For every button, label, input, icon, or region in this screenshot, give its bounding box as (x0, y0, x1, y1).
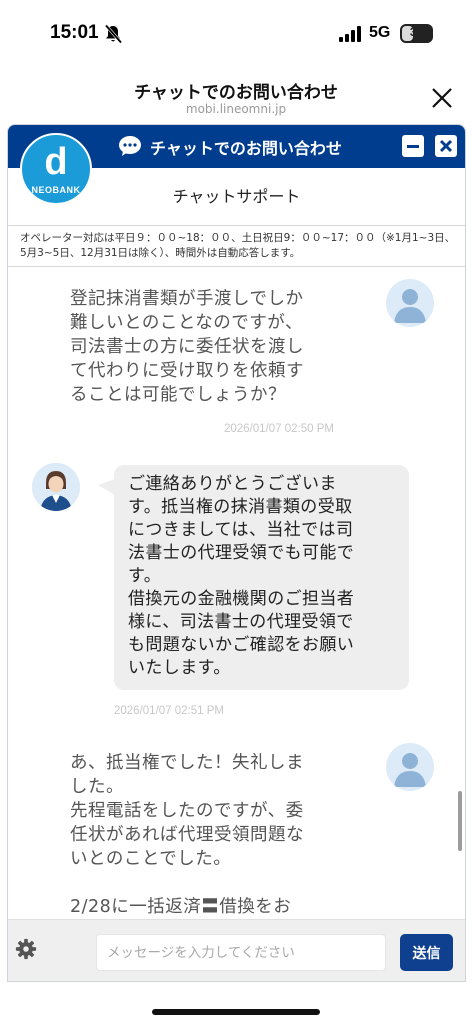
status-time: 15:01 (50, 22, 99, 43)
battery-percent: 37 (409, 25, 424, 39)
minimize-button[interactable] (402, 135, 424, 157)
user-avatar (386, 743, 434, 791)
close-icon[interactable] (428, 84, 456, 112)
widget-close-button[interactable] (435, 135, 457, 157)
widget-title: チャットでのお問い合わせ (150, 139, 342, 158)
scrollbar[interactable] (458, 791, 462, 851)
operator-icon (32, 463, 80, 511)
status-bar: 15:01 5G 37 (0, 0, 472, 66)
user-icon (394, 289, 426, 323)
home-indicator[interactable] (152, 1009, 320, 1015)
close-icon (439, 139, 453, 153)
user-message: あ、抵当権でした！失礼しま した。 先程電話をしたのですが、委 任状があれば代理… (70, 753, 304, 917)
operator-avatar (32, 463, 80, 511)
gear-icon[interactable] (15, 938, 37, 960)
user-icon (394, 753, 426, 787)
signal-icon (339, 26, 361, 42)
send-button[interactable]: 送信 (400, 934, 453, 971)
chat-widget: チャットでのお問い合わせ d NEOBANK チャットサポート オペレーター対応… (7, 124, 466, 982)
message-input-bar: 送信 (8, 919, 465, 981)
logo-letter: d (44, 141, 68, 183)
message-list[interactable]: 登記抹消書類が手渡しでしか 難しいとのことなのですが、 司法書士の方に委任状を渡… (8, 267, 465, 919)
operator-message: ご連絡ありがとうございま す。抵当権の抹消書類の受取 につきましては、当社では司… (98, 465, 409, 690)
message-timestamp: 2026/01/07 02:50 PM (224, 423, 334, 435)
bottom-area (0, 982, 472, 1024)
message-input[interactable] (96, 934, 386, 971)
user-avatar (386, 279, 434, 327)
page-url: mobi.lineomni.jp (185, 102, 287, 116)
network-label: 5G (369, 24, 391, 41)
page-title: チャットでのお問い合わせ (134, 83, 338, 103)
battery-icon: 37 (400, 24, 433, 43)
user-message: 登記抹消書類が手渡しでしか 難しいとのことなのですが、 司法書士の方に委任状を渡… (70, 289, 304, 405)
chat-bubble-icon (119, 136, 141, 156)
business-hours-notice: オペレーター対応は平日９：００~18：００、土日祝日9：００~17：００（※1月… (8, 225, 465, 267)
bell-off-icon (104, 24, 122, 44)
page-header: チャットでのお問い合わせ mobi.lineomni.jp (0, 66, 472, 122)
support-title: チャットサポート (172, 187, 301, 206)
message-timestamp: 2026/01/07 02:51 PM (114, 705, 224, 717)
